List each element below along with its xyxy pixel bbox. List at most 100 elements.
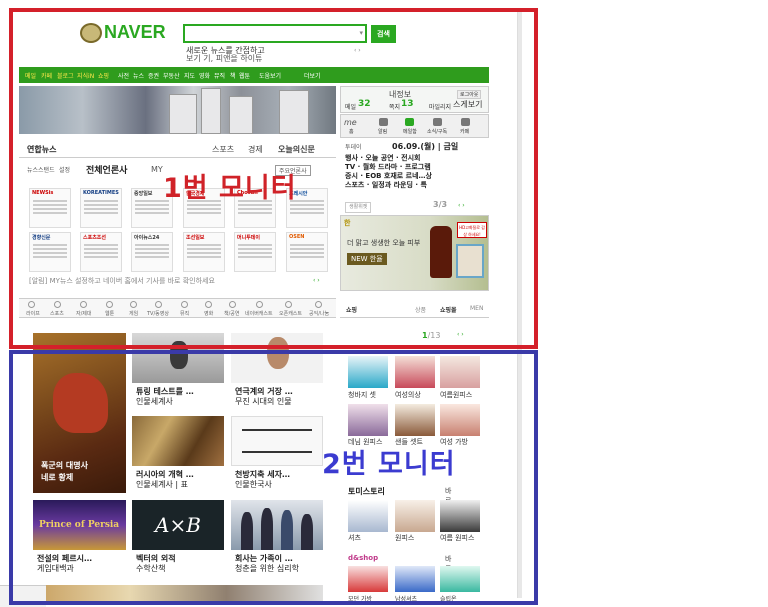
nav-more[interactable]: 더보기	[304, 71, 321, 80]
product-image[interactable]	[395, 566, 435, 592]
press-tile[interactable]: KOREATIMES	[80, 188, 122, 228]
product-label[interactable]: 원피스	[395, 533, 414, 543]
product-image[interactable]	[440, 566, 480, 592]
nav-blog[interactable]: 블로그	[57, 71, 74, 80]
newsstand-tab[interactable]: 뉴스스탠드	[27, 165, 55, 174]
mail-label[interactable]: 메일	[345, 102, 356, 111]
nav-cafe[interactable]: 카페	[41, 71, 52, 80]
my-press-tab[interactable]: MY	[151, 165, 163, 174]
mail-count[interactable]: 32	[358, 99, 371, 109]
today-line[interactable]: TV · 월화 드라마 · 프로그램	[345, 163, 431, 172]
note-label[interactable]: 쪽지	[389, 102, 400, 111]
service-navercast[interactable]: 네이버캐스트	[245, 310, 273, 317]
product-image[interactable]	[395, 404, 435, 436]
press-tile[interactable]: 경향신문	[29, 232, 71, 272]
news-tab-sports[interactable]: 스포츠	[212, 144, 234, 155]
scrollbar[interactable]	[517, 8, 522, 598]
press-tile[interactable]: 아이뉴스24	[131, 232, 173, 272]
press-tile[interactable]: OSEN	[286, 232, 328, 272]
product-image[interactable]	[348, 500, 388, 532]
cast-tile[interactable]: Prince of Persia 전설의 페르시… 게임대백과	[33, 500, 126, 580]
nav-book[interactable]: 책	[230, 71, 236, 80]
press-tile[interactable]: 스포츠조선	[80, 232, 122, 272]
note-count[interactable]: 13	[401, 99, 414, 109]
me-tab-home[interactable]: 홈	[349, 128, 354, 135]
cast-tile[interactable]: A×B 벡터의 외적 수학산책	[132, 500, 224, 580]
product-image[interactable]	[348, 404, 388, 436]
product-image[interactable]	[348, 566, 388, 592]
product-image[interactable]	[440, 404, 480, 436]
all-press-tab[interactable]: 전체언론사	[86, 163, 127, 176]
cast-tile[interactable]: 회사는 가족이 … 청춘을 위한 심리학	[231, 500, 323, 580]
mileage-label[interactable]: 마일리지	[429, 102, 451, 111]
product-label[interactable]: 청바지 셋	[348, 390, 376, 400]
search-button[interactable]: 검색	[371, 25, 396, 43]
nav-map[interactable]: 지도	[184, 71, 195, 80]
shop-tab-mall[interactable]: 쇼핑몰	[440, 305, 457, 314]
product-label[interactable]: 슬립온	[440, 594, 457, 603]
product-label[interactable]: 여름원피스	[440, 390, 472, 400]
me-tab-cafe[interactable]: 카페	[460, 128, 469, 135]
widget-settings-button[interactable]: 생활위젯	[345, 202, 372, 213]
ad-banner[interactable]: 한 더 맑고 생생한 오늘 피부 NEW 한율 HD고화질로 감상 하세요!	[340, 215, 489, 291]
press-tile[interactable]: 조선일보	[183, 232, 225, 272]
ticker-arrows-icon[interactable]: ‹ ›	[354, 47, 361, 54]
today-line[interactable]: 스포츠 · 일정과 라운딩 · 특	[345, 181, 427, 190]
nav-stock[interactable]: 증권	[148, 71, 159, 80]
me-tab-alert[interactable]: 알림	[378, 128, 387, 135]
nav-movie[interactable]: 영화	[199, 71, 210, 80]
product-image[interactable]	[395, 500, 435, 532]
nav-dict[interactable]: 사전	[118, 71, 129, 80]
press-tile[interactable]: NEWSis	[29, 188, 71, 228]
news-tab-economy[interactable]: 경제	[248, 144, 263, 155]
cast-tile[interactable]: 폭군의 대명사 네로 황제	[33, 333, 126, 493]
nav-mail[interactable]: 메일	[25, 71, 36, 80]
cast-tile[interactable]: 러시아의 개혁 … 인물세계사 | 표	[132, 416, 224, 496]
nav-realestate[interactable]: 부동산	[163, 71, 180, 80]
product-image[interactable]	[348, 356, 388, 388]
me-tab-mail[interactable]: 메일함	[403, 128, 417, 135]
service-music[interactable]: 뮤직	[180, 310, 189, 317]
me-tab-subscribe[interactable]: 소식/구독	[427, 128, 447, 135]
press-tile[interactable]: 머니투데이	[234, 232, 276, 272]
nav-music[interactable]: 뮤직	[214, 71, 225, 80]
cast-tile[interactable]: 튜링 테스트를 … 인물세계사	[132, 333, 224, 413]
news-alert-text[interactable]: [알림] MY뉴스 설정하고 네이버 홈에서 기사를 바로 확인하세요	[29, 276, 329, 286]
today-line[interactable]: 증시 · EOB 호재로 르네…상	[345, 172, 432, 181]
shop-pager-arrows-icon[interactable]: ‹ ›	[457, 331, 464, 338]
service-movie[interactable]: 영화	[204, 310, 213, 317]
alert-arrows-icon[interactable]: ‹ ›	[313, 277, 320, 284]
service-tv[interactable]: TV/동영상	[147, 310, 169, 317]
product-label[interactable]: 여성의상	[395, 390, 421, 400]
search-input[interactable]: ▾	[183, 24, 367, 43]
service-car[interactable]: 자/제대	[76, 310, 92, 317]
shopping-label[interactable]: 쇼핑	[346, 305, 357, 314]
service-charity[interactable]: 공익/나눔	[309, 310, 329, 317]
shop-tab-men[interactable]: MEN	[470, 305, 483, 312]
product-label[interactable]: 여름 원피스	[440, 533, 474, 543]
product-image[interactable]	[440, 356, 480, 388]
realtime-ticker[interactable]: 새로운 뉴스를 간접하고 보기 기, 피앤을 하이튜	[186, 47, 366, 63]
settings-tab[interactable]: 설정	[59, 165, 70, 174]
shop-tab-product[interactable]: 상품	[415, 305, 426, 314]
logout-button[interactable]: 로그아웃	[457, 90, 482, 99]
cast-tile[interactable]: 연극계의 거장 … 무진 시대의 인물	[231, 333, 323, 413]
main-banner-image[interactable]	[19, 86, 336, 134]
cash-link[interactable]: 스게보기	[453, 99, 482, 110]
nav-kin[interactable]: 지식iN	[77, 71, 94, 80]
cast-row-partial[interactable]	[33, 585, 323, 605]
nav-webtoon[interactable]: 웹툰	[239, 71, 250, 80]
widget-arrows-icon[interactable]: ‹ ›	[458, 201, 465, 210]
service-opencast[interactable]: 오픈캐스트	[279, 310, 302, 317]
today-line[interactable]: 행사 · 오늘 공연 · 전시회	[345, 154, 420, 163]
service-game[interactable]: 게임	[129, 310, 138, 317]
service-book[interactable]: 책/공연	[224, 310, 240, 317]
nav-news[interactable]: 뉴스	[133, 71, 144, 80]
service-webtoon[interactable]: 웹툰	[105, 310, 114, 317]
cast-tile[interactable]: 천방지축 세자… 인물한국사	[231, 416, 323, 496]
nav-shopping[interactable]: 쇼핑	[98, 71, 109, 80]
product-label[interactable]: 모던 가방	[348, 594, 372, 603]
product-image[interactable]	[440, 500, 480, 532]
news-tab-yonhap[interactable]: 연합뉴스	[27, 144, 56, 155]
product-image[interactable]	[395, 356, 435, 388]
